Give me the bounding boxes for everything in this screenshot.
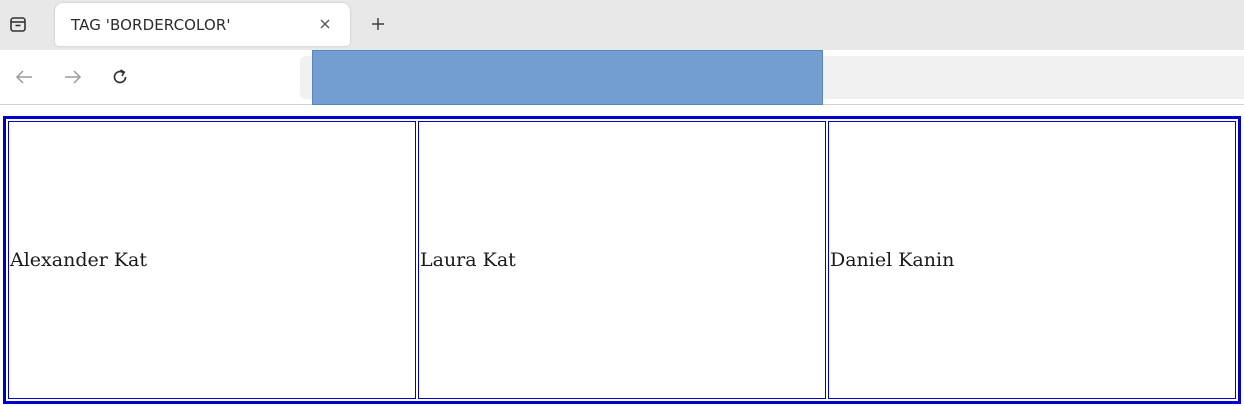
page-content: Alexander Kat Laura Kat Daniel Kanin: [0, 106, 1244, 406]
close-icon[interactable]: [315, 14, 335, 34]
tab-overview-icon[interactable]: [0, 4, 36, 44]
table-cell: Daniel Kanin: [828, 121, 1236, 399]
arrow-right-icon[interactable]: [61, 65, 85, 89]
navigation-toolbar: [0, 50, 1244, 105]
reload-icon[interactable]: [108, 65, 132, 89]
tab-title: TAG 'BORDERCOLOR': [71, 16, 231, 34]
plus-icon[interactable]: [366, 12, 390, 36]
bordercolor-table: Alexander Kat Laura Kat Daniel Kanin: [3, 116, 1241, 404]
active-tab[interactable]: TAG 'BORDERCOLOR': [55, 3, 350, 46]
tab-strip: TAG 'BORDERCOLOR': [0, 0, 1244, 50]
arrow-left-icon[interactable]: [12, 65, 36, 89]
table-cell: Alexander Kat: [8, 121, 416, 399]
address-highlight: [312, 50, 823, 105]
table-cell: Laura Kat: [418, 121, 826, 399]
table-row: Alexander Kat Laura Kat Daniel Kanin: [8, 121, 1236, 399]
